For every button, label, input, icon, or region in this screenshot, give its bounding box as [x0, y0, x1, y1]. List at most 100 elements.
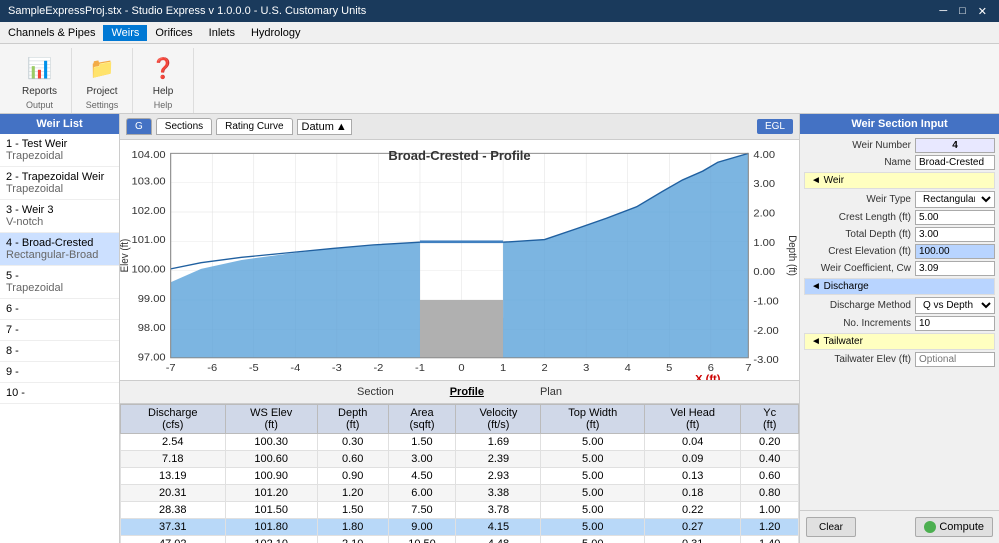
weir-item-4[interactable]: 4 - Broad-Crested Rectangular-Broad	[0, 233, 119, 266]
weir-id-5: 5 -	[6, 270, 19, 282]
svg-text:-2: -2	[373, 364, 383, 374]
weir-id-10: 10 -	[6, 387, 25, 399]
weir-item-3[interactable]: 3 - Weir 3 V-notch	[0, 200, 119, 233]
weir-item-10[interactable]: 10 -	[0, 383, 119, 404]
project-button[interactable]: 📁 Project	[80, 50, 124, 99]
project-icon: 📁	[86, 52, 118, 84]
weir-item-9[interactable]: 9 -	[0, 362, 119, 383]
weir-item-1[interactable]: 1 - Test Weir Trapezoidal	[0, 134, 119, 167]
tailwater-elev-input[interactable]	[915, 352, 995, 367]
title-bar: SampleExpressProj.stx - Studio Express v…	[0, 0, 999, 22]
weir-id-2: 2 - Trapezoidal Weir	[6, 171, 104, 183]
name-input[interactable]	[915, 155, 995, 170]
chart-tab-g[interactable]: G	[126, 118, 152, 135]
weir-item-7[interactable]: 7 -	[0, 320, 119, 341]
discharge-tag: ◄ Discharge	[804, 278, 995, 295]
name-label: Name	[804, 157, 915, 168]
reports-button[interactable]: 📊 Reports	[16, 50, 63, 99]
help-button[interactable]: ❓ Help	[141, 50, 185, 99]
svg-text:104.00: 104.00	[132, 150, 166, 160]
weir-id-4: 4 - Broad-Crested	[6, 237, 93, 249]
weir-type-row: Weir Type Rectangular-Broad	[804, 191, 995, 208]
tailwater-elev-label: Tailwater Elev (ft)	[804, 354, 915, 365]
project-label: Project	[86, 86, 117, 97]
weir-item-6[interactable]: 6 -	[0, 299, 119, 320]
svg-text:1.00: 1.00	[753, 238, 775, 248]
minimize-button[interactable]: ─	[935, 5, 951, 18]
weir-item-2[interactable]: 2 - Trapezoidal Weir Trapezoidal	[0, 167, 119, 200]
weir-type-1: Trapezoidal	[6, 150, 63, 162]
weir-coeff-row: Weir Coefficient, Cw	[804, 261, 995, 276]
menu-bar: Channels & Pipes Weirs Orifices Inlets H…	[0, 22, 999, 44]
weir-number-label: Weir Number	[804, 140, 915, 151]
weir-number-row: Weir Number	[804, 138, 995, 153]
total-depth-label: Total Depth (ft)	[804, 229, 915, 240]
section-tab-section[interactable]: Section	[349, 384, 402, 400]
table-row[interactable]: 28.38101.501.507.503.785.000.221.00	[121, 502, 799, 519]
col-depth: Depth(ft)	[317, 405, 388, 434]
menu-inlets[interactable]: Inlets	[201, 25, 243, 41]
weir-type-4: Rectangular-Broad	[6, 249, 98, 261]
svg-text:X (ft): X (ft)	[695, 374, 720, 380]
svg-text:4: 4	[625, 364, 631, 374]
weir-number-input[interactable]	[915, 138, 995, 153]
tailwater-tag: ◄ Tailwater	[804, 333, 995, 350]
svg-text:101.00: 101.00	[132, 236, 166, 246]
table-row[interactable]: 20.31101.201.206.003.385.000.180.80	[121, 485, 799, 502]
chart-tab-rating-curve[interactable]: Rating Curve	[216, 118, 292, 135]
weir-list-header: Weir List	[0, 114, 119, 134]
menu-weirs[interactable]: Weirs	[103, 25, 147, 41]
menu-hydrology[interactable]: Hydrology	[243, 25, 309, 41]
weir-coeff-input[interactable]	[915, 261, 995, 276]
window-controls[interactable]: ─ □ ✕	[935, 5, 991, 18]
help-sublabel[interactable]: Help	[151, 99, 176, 111]
compute-button[interactable]: Compute	[915, 517, 993, 537]
total-depth-input[interactable]	[915, 227, 995, 242]
table-row[interactable]: 37.31101.801.809.004.155.000.271.20	[121, 519, 799, 536]
svg-text:102.00: 102.00	[132, 206, 166, 216]
name-row: Name	[804, 155, 995, 170]
weir-type-2: Trapezoidal	[6, 183, 63, 195]
discharge-method-select[interactable]: Q vs Depth	[915, 297, 995, 314]
crest-length-label: Crest Length (ft)	[804, 212, 915, 223]
table-row[interactable]: 13.19100.900.904.502.935.000.130.60	[121, 468, 799, 485]
clear-button[interactable]: Clear	[806, 517, 856, 537]
menu-channels-pipes[interactable]: Channels & Pipes	[0, 25, 103, 41]
section-tab-plan[interactable]: Plan	[532, 384, 570, 400]
table-row[interactable]: 2.54100.300.301.501.695.000.040.20	[121, 434, 799, 451]
svg-text:3.00: 3.00	[753, 180, 775, 190]
egl-button[interactable]: EGL	[757, 119, 793, 134]
svg-text:100.00: 100.00	[132, 265, 166, 275]
datum-dropdown[interactable]: Datum ▲	[297, 119, 352, 135]
table-row[interactable]: 47.02102.102.1010.504.485.000.311.40	[121, 536, 799, 543]
crest-elevation-label: Crest Elevation (ft)	[804, 246, 915, 257]
help-label: Help	[153, 86, 174, 97]
weir-item-8[interactable]: 8 -	[0, 341, 119, 362]
chart-tab-sections[interactable]: Sections	[156, 118, 212, 135]
datum-chevron-up-icon: ▲	[336, 121, 347, 133]
compute-icon	[924, 521, 936, 533]
svg-text:97.00: 97.00	[138, 353, 166, 363]
output-sublabel[interactable]: Output	[23, 99, 56, 111]
weir-type-5: Trapezoidal	[6, 282, 63, 294]
weir-item-5[interactable]: 5 - Trapezoidal	[0, 266, 119, 299]
crest-elevation-input[interactable]	[915, 244, 995, 259]
increments-input[interactable]	[915, 316, 995, 331]
svg-text:-6: -6	[207, 364, 217, 374]
col-vel-head: Vel Head(ft)	[645, 405, 741, 434]
data-table-container: Discharge(cfs) WS Elev(ft) Depth(ft) Are…	[120, 403, 799, 543]
svg-text:5: 5	[666, 364, 672, 374]
menu-orifices[interactable]: Orifices	[147, 25, 200, 41]
tailwater-elev-row: Tailwater Elev (ft)	[804, 352, 995, 367]
section-tab-profile[interactable]: Profile	[442, 384, 492, 400]
settings-sublabel[interactable]: Settings	[83, 99, 122, 111]
table-row[interactable]: 7.18100.600.603.002.395.000.090.40	[121, 451, 799, 468]
close-button[interactable]: ✕	[974, 5, 991, 18]
maximize-button[interactable]: □	[955, 5, 970, 18]
increments-label: No. Increments	[804, 318, 915, 329]
weir-type-select[interactable]: Rectangular-Broad	[915, 191, 995, 208]
col-velocity: Velocity(ft/s)	[456, 405, 541, 434]
weir-id-6: 6 -	[6, 303, 19, 315]
svg-text:0: 0	[458, 364, 464, 374]
crest-length-input[interactable]	[915, 210, 995, 225]
